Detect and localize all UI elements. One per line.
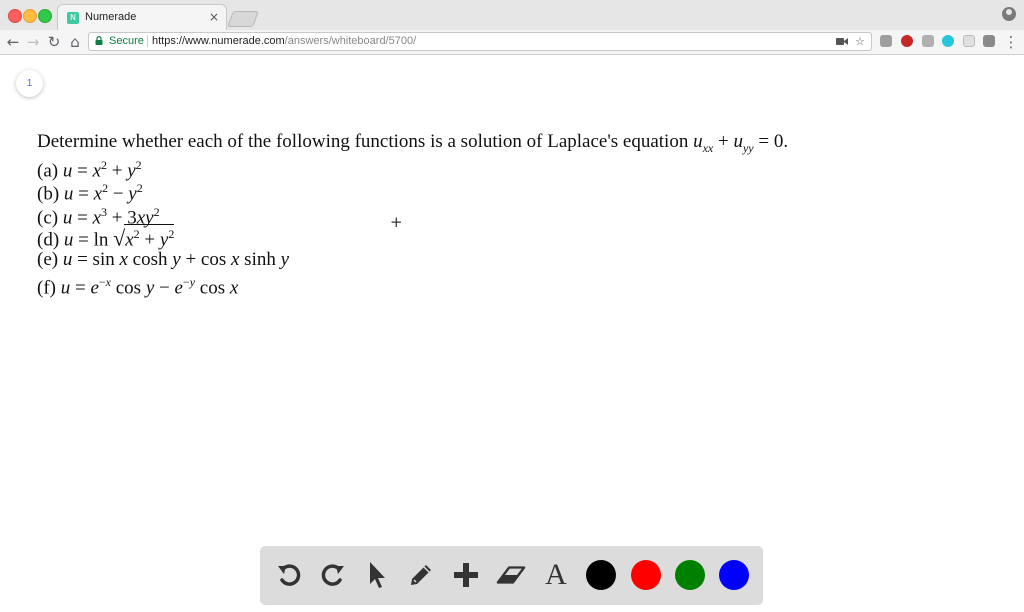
reload-icon[interactable]: ↻ — [45, 33, 63, 51]
new-tab-button[interactable] — [227, 11, 259, 27]
question-item: (e) u = sin x cosh y + cos x sinh y — [37, 248, 290, 270]
home-icon[interactable]: ⌂ — [66, 33, 84, 51]
pencil-icon[interactable] — [406, 560, 436, 590]
question-item: (c) u = x3 + 3xy2 — [37, 204, 160, 228]
menu-icon[interactable]: ⋮ — [1002, 33, 1020, 51]
question-item: (b) u = x2 − y2 — [37, 181, 143, 205]
redo-icon[interactable] — [318, 560, 348, 590]
question-text: Determine whether each of the following … — [37, 130, 789, 299]
question-item: (a) u = x2 + y2 — [37, 157, 142, 181]
text-icon[interactable]: A — [541, 558, 571, 591]
intro-text: Determine whether each of the following … — [37, 131, 689, 152]
window-maximize-button[interactable] — [38, 9, 52, 23]
item-label: (f) — [37, 277, 56, 299]
pointer-icon[interactable] — [362, 560, 392, 590]
color-red-swatch[interactable] — [631, 560, 661, 590]
add-icon[interactable] — [451, 560, 481, 590]
laplace-equation: uxx + uyy = 0. — [693, 131, 789, 155]
browser-toolbar: ← → ↻ ⌂ Secure https://www.numerade.com/… — [0, 30, 1024, 55]
profile-icon[interactable] — [1002, 7, 1016, 21]
color-blue-swatch[interactable] — [719, 560, 749, 590]
page-number-badge[interactable]: 1 — [16, 70, 43, 97]
window-minimize-button[interactable] — [23, 9, 37, 23]
secure-label: Secure — [109, 35, 144, 47]
numerade-favicon-icon: N — [67, 12, 79, 24]
window-close-button[interactable] — [8, 9, 22, 23]
url-path: /answers/whiteboard/5700/ — [284, 35, 417, 47]
address-bar[interactable]: Secure https://www.numerade.com/answers/… — [88, 32, 872, 51]
eraser-icon[interactable] — [496, 560, 526, 590]
tab-strip: N Numerade × — [0, 0, 1024, 30]
url-host: https://www.numerade.com — [152, 35, 285, 47]
extension-icon[interactable] — [880, 35, 892, 47]
browser-tab[interactable]: N Numerade × — [57, 4, 227, 30]
question-item: (f) u = e−x cos y − e−y cos x — [37, 275, 239, 299]
extension-icon[interactable] — [922, 35, 934, 47]
url-text[interactable]: https://www.numerade.com/answers/whitebo… — [152, 35, 416, 47]
lock-icon — [95, 36, 103, 45]
extension-icon[interactable] — [963, 35, 975, 47]
color-green-swatch[interactable] — [675, 560, 705, 590]
undo-icon[interactable] — [274, 560, 304, 590]
item-label: (e) — [37, 248, 59, 270]
question-intro: Determine whether each of the following … — [37, 130, 789, 155]
tab-close-icon[interactable]: × — [209, 10, 219, 24]
omnibox-divider — [147, 35, 148, 47]
drawing-toolbar: A — [260, 546, 763, 605]
color-black-swatch[interactable] — [586, 560, 616, 590]
tab-title: Numerade — [85, 11, 137, 23]
camera-icon[interactable] — [836, 37, 848, 46]
extension-flag-icon[interactable] — [901, 35, 913, 47]
forward-icon[interactable]: → — [24, 33, 42, 51]
crosshair-cursor-icon: + — [390, 213, 403, 231]
extension-icon[interactable] — [983, 35, 995, 47]
equation-tail: = 0. — [758, 131, 789, 152]
bookmark-star-icon[interactable]: ☆ — [855, 35, 865, 48]
extension-icon[interactable] — [942, 35, 954, 47]
question-item: (d) u = ln √x2 + y2 — [37, 224, 175, 251]
back-icon[interactable]: ← — [4, 33, 22, 51]
